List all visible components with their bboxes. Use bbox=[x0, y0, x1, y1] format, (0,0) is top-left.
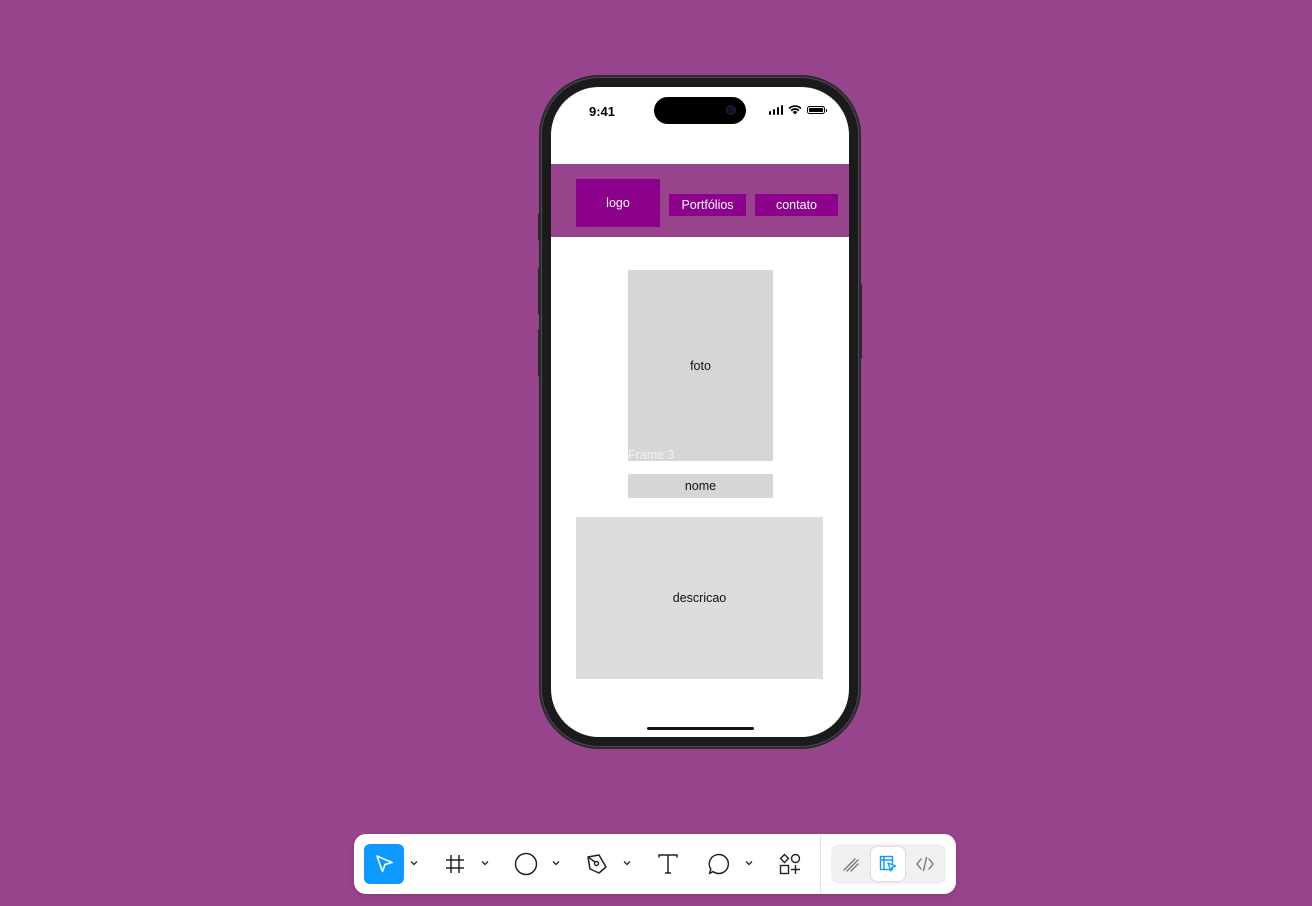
frame-tool-chevron[interactable] bbox=[480, 858, 490, 868]
wifi-icon bbox=[788, 105, 802, 115]
draw-mode-icon bbox=[843, 858, 859, 872]
shape-tool-button[interactable] bbox=[506, 844, 546, 884]
chevron-down-icon bbox=[552, 861, 560, 866]
ellipse-icon bbox=[514, 852, 538, 876]
chevron-down-icon bbox=[410, 861, 418, 866]
design-mode-icon bbox=[879, 855, 897, 872]
phone-power-button bbox=[859, 283, 862, 359]
move-tool-chevron[interactable] bbox=[409, 858, 419, 868]
dynamic-island bbox=[654, 97, 746, 124]
battery-icon bbox=[807, 106, 827, 114]
move-tool-button[interactable] bbox=[364, 844, 404, 884]
photo-label: foto bbox=[690, 358, 711, 373]
frame-icon bbox=[446, 855, 464, 873]
pen-icon bbox=[587, 854, 607, 874]
nav-portfolios[interactable]: Portfólios bbox=[669, 194, 746, 216]
chevron-down-icon bbox=[481, 861, 489, 866]
name-label: nome bbox=[684, 479, 717, 493]
phone-volume-up-button bbox=[538, 267, 541, 315]
bottom-toolbar bbox=[354, 834, 956, 894]
logo-placeholder[interactable]: logo bbox=[576, 179, 660, 227]
phone-screen: 9:41 logo Portfólios contato foto Frame … bbox=[551, 87, 849, 737]
mode-switcher bbox=[831, 844, 946, 884]
actions-button[interactable] bbox=[770, 844, 810, 884]
comment-tool-button[interactable] bbox=[699, 844, 739, 884]
cellular-signal-icon bbox=[768, 105, 783, 115]
phone-action-button bbox=[538, 213, 541, 241]
nav-contato[interactable]: contato bbox=[755, 194, 838, 216]
status-time: 9:41 bbox=[589, 104, 616, 119]
actions-icon bbox=[779, 853, 801, 875]
status-icons bbox=[768, 105, 827, 115]
draw-mode-button[interactable] bbox=[834, 847, 868, 881]
dev-mode-icon bbox=[916, 856, 934, 872]
camera-icon bbox=[726, 105, 736, 115]
move-cursor-icon bbox=[376, 855, 393, 873]
pen-tool-button[interactable] bbox=[577, 844, 617, 884]
shape-tool-chevron[interactable] bbox=[551, 858, 561, 868]
comment-tool-chevron[interactable] bbox=[744, 858, 754, 868]
pen-tool-chevron[interactable] bbox=[622, 858, 632, 868]
text-tool-button[interactable] bbox=[648, 844, 688, 884]
chevron-down-icon bbox=[745, 861, 753, 866]
text-icon bbox=[658, 854, 678, 874]
frame-label[interactable]: Frame 3 bbox=[628, 448, 675, 462]
site-header: logo Portfólios contato bbox=[551, 164, 849, 237]
toolbar-divider bbox=[820, 834, 821, 894]
photo-placeholder[interactable]: foto bbox=[628, 270, 773, 461]
description-placeholder[interactable]: descricao bbox=[576, 517, 823, 679]
frame-tool-button[interactable] bbox=[435, 844, 475, 884]
home-indicator bbox=[647, 727, 754, 730]
comment-icon bbox=[708, 853, 730, 875]
phone-volume-down-button bbox=[538, 329, 541, 377]
iphone-frame: 9:41 logo Portfólios contato foto Frame … bbox=[538, 77, 862, 747]
dev-mode-button[interactable] bbox=[908, 847, 942, 881]
chevron-down-icon bbox=[623, 861, 631, 866]
design-mode-button[interactable] bbox=[871, 847, 905, 881]
description-label: descricao bbox=[672, 591, 727, 605]
name-placeholder[interactable]: nome bbox=[628, 474, 773, 498]
